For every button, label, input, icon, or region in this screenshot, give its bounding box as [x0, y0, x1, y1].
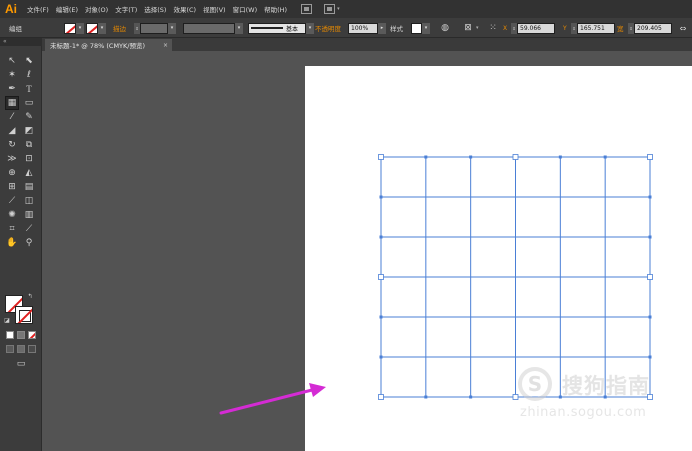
bridge-icon[interactable] [301, 4, 313, 14]
width-field[interactable]: 209.405 [634, 22, 672, 34]
menu-view[interactable]: 视图(V) [203, 4, 226, 14]
document-tab-bar: 未标题-1* @ 78% (CMYK/预览) × [42, 38, 692, 51]
stroke-style-label: 基本 [286, 25, 299, 33]
x-field[interactable]: 59.066 [517, 22, 555, 34]
brush-definition-field[interactable]: 基本 [248, 22, 306, 34]
lasso-tool-icon[interactable]: ℓ [23, 69, 35, 81]
artboard-tool-icon[interactable]: ⌗ [6, 223, 18, 235]
graphic-style-swatch[interactable] [411, 22, 422, 34]
column-graph-tool-icon[interactable]: ▥ [23, 209, 35, 221]
rectangular-grid-tool-icon[interactable]: ▦ [5, 96, 19, 110]
chevron-down-icon[interactable]: ▾ [76, 22, 84, 34]
watermark-logo: S [518, 367, 552, 401]
blob-brush-tool-icon[interactable]: ◢ [6, 125, 18, 137]
stroke-label[interactable]: 描边 [113, 22, 126, 34]
variable-width-profile[interactable] [183, 22, 235, 34]
color-mode-icon[interactable] [6, 331, 14, 339]
eyedropper-tool-icon[interactable]: ⟋ [6, 195, 18, 207]
align-icon[interactable]: ⊠ [462, 23, 474, 34]
chevron-down-icon[interactable]: ▾ [476, 25, 479, 31]
menu-effect[interactable]: 效果(C) [173, 4, 196, 14]
group-label: 编组 [9, 25, 22, 33]
chevron-down-icon[interactable]: ▾ [306, 22, 314, 34]
fill-color-swatch[interactable] [64, 22, 76, 34]
menu-window[interactable]: 窗口(W) [233, 4, 258, 14]
perspective-grid-tool-icon[interactable]: ◭ [23, 167, 35, 179]
stroke-weight-field[interactable] [140, 22, 168, 34]
document-tab-title: 未标题-1* @ 78% (CMYK/预览) [50, 42, 146, 50]
stroke-color-box[interactable] [15, 306, 33, 324]
menu-help[interactable]: 帮助(H) [264, 4, 287, 14]
shape-builder-tool-icon[interactable]: ⊕ [6, 167, 18, 179]
x-label-icon[interactable]: X [503, 22, 507, 34]
constrain-proportions-icon[interactable]: ⇔ [678, 23, 688, 34]
magic-wand-tool-icon[interactable]: ✶ [6, 69, 18, 81]
chevron-down-icon[interactable]: ▾ [422, 22, 430, 34]
draw-normal-icon[interactable] [6, 345, 14, 353]
stroke-preview [251, 27, 283, 29]
chevron-down-icon[interactable]: ▾ [168, 22, 176, 34]
symbol-sprayer-tool-icon[interactable]: ✺ [6, 209, 18, 221]
chevron-down-icon[interactable]: ▸ [378, 22, 386, 34]
watermark-url: zhinan.sogou.com [520, 405, 647, 420]
app-logo: Ai [5, 2, 17, 16]
slice-tool-icon[interactable]: ⟋ [23, 223, 35, 235]
menu-bar: Ai 文件(F) 编辑(E) 对象(O) 文字(T) 选择(S) 效果(C) 视… [0, 0, 692, 18]
chevron-down-icon[interactable]: ▾ [337, 6, 340, 12]
direct-selection-tool-icon[interactable]: ⬉ [23, 55, 35, 67]
gradient-tool-icon[interactable]: ▤ [23, 181, 35, 193]
gradient-mode-icon[interactable] [17, 331, 25, 339]
menu-edit[interactable]: 编辑(E) [56, 4, 78, 14]
opacity-label[interactable]: 不透明度 [315, 22, 341, 34]
chevron-down-icon[interactable]: ▾ [98, 22, 106, 34]
menu-select[interactable]: 选择(S) [144, 4, 166, 14]
width-tool-icon[interactable]: ≫ [6, 153, 18, 165]
selection-tool-icon[interactable]: ↖ [6, 55, 18, 67]
control-bar: 编组 ▾ ▾ 描边 ⇕ ▾ ▾ 基本 ▾ 不透明度 100% ▸ 样式 ▾ ◍ … [0, 18, 692, 38]
y-field[interactable]: 165.751 [577, 22, 615, 34]
watermark-text: 搜狗指南 [562, 374, 650, 398]
menu-type[interactable]: 文字(T) [115, 4, 137, 14]
document-tab[interactable]: 未标题-1* @ 78% (CMYK/预览) × [45, 39, 172, 51]
arrange-documents-icon[interactable] [324, 4, 336, 14]
stroke-color-swatch[interactable] [86, 22, 98, 34]
hand-tool-icon[interactable]: ✋ [6, 237, 18, 249]
style-label: 样式 [390, 25, 403, 33]
free-transform-tool-icon[interactable]: ⊡ [23, 153, 35, 165]
width-label[interactable]: 宽 [617, 22, 624, 34]
reference-point-icon[interactable]: ⁙ [487, 23, 499, 34]
toolbox: « ↖ ⬉ ✶ ℓ ✒ T ▦ ▭ ⁄ ✎ ◢ ◩ ↻ ⧉ ≫ ⊡ ⊕ ◭ ⊞ … [0, 38, 42, 451]
paintbrush-tool-icon[interactable]: ⁄ [6, 111, 18, 123]
toolbox-collapse-grip[interactable]: « [0, 38, 42, 46]
menu-file[interactable]: 文件(F) [27, 4, 49, 14]
y-label-icon[interactable]: Y [563, 22, 567, 34]
default-fill-stroke-icon[interactable]: ◪ [3, 316, 11, 324]
blend-tool-icon[interactable]: ◫ [23, 195, 35, 207]
none-mode-icon[interactable] [28, 331, 36, 339]
type-tool-icon[interactable]: T [23, 83, 35, 95]
scale-tool-icon[interactable]: ⧉ [23, 139, 35, 151]
chevron-down-icon[interactable]: ▾ [235, 22, 243, 34]
recolor-artwork-icon[interactable]: ◍ [439, 23, 451, 34]
screen-mode-icon[interactable]: ▭ [14, 358, 28, 370]
draw-behind-icon[interactable] [17, 345, 25, 353]
mesh-tool-icon[interactable]: ⊞ [6, 181, 18, 193]
pen-tool-icon[interactable]: ✒ [6, 83, 18, 95]
pencil-tool-icon[interactable]: ✎ [23, 111, 35, 123]
draw-inside-icon[interactable] [28, 345, 36, 353]
opacity-field[interactable]: 100% [348, 22, 378, 34]
rotate-tool-icon[interactable]: ↻ [6, 139, 18, 151]
zoom-tool-icon[interactable]: ⚲ [23, 237, 35, 249]
swap-fill-stroke-icon[interactable]: ↰ [26, 292, 34, 300]
rectangle-tool-icon[interactable]: ▭ [23, 97, 35, 109]
close-icon[interactable]: × [163, 42, 168, 49]
eraser-tool-icon[interactable]: ◩ [23, 125, 35, 137]
menu-object[interactable]: 对象(O) [85, 4, 108, 14]
